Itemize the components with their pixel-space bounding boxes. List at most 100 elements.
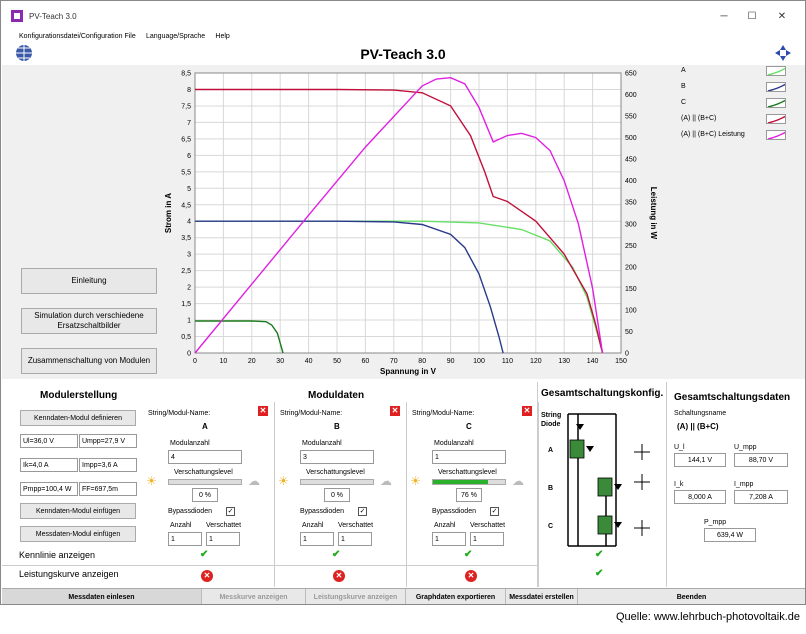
x-tick-label: 0 [193,358,197,365]
module-delete-button[interactable]: ✕ [258,406,268,416]
bypass-checkbox[interactable]: ✓ [226,507,235,516]
close-button[interactable]: ✕ [775,11,789,22]
anzahl-label: Anzahl [302,522,324,529]
leistung-cross-icon[interactable]: ✕ [333,570,345,582]
verschattet-input[interactable]: 1 [338,532,372,546]
menu-help[interactable]: Help [215,33,229,40]
shade-slider[interactable] [300,479,374,485]
ff-field: FF=697,5m [79,482,137,496]
legend-label-2: C [681,99,687,106]
module-count-label: Modulanzahl [302,440,342,447]
anzahl-input[interactable]: 1 [168,532,202,546]
x-tick-label: 50 [333,358,341,365]
x-tick-label: 110 [502,358,513,365]
leistungskurve-button[interactable]: Leistungskurve anzeigen [306,589,406,604]
graphdaten-export-button[interactable]: Graphdaten exportieren [406,589,506,604]
y-tick-label: 2 [187,285,191,292]
shade-level-label: Verschattungslevel [438,469,497,476]
simulation-button[interactable]: Simulation durch verschiedene Ersatzscha… [21,308,157,334]
navigation-icon[interactable] [774,44,792,62]
anzahl-input[interactable]: 1 [300,532,334,546]
menu-language[interactable]: Language/Sprache [146,33,205,40]
y2-axis-label: Leistung in W [649,187,658,240]
y-tick-label: 4,5 [181,202,191,209]
app-logo-icon [11,10,23,22]
module-delete-button[interactable]: ✕ [390,406,400,416]
bypass-checkbox[interactable]: ✓ [490,507,499,516]
x-tick-label: 90 [447,358,455,365]
y-tick-label: 0,5 [181,334,191,341]
x-tick-label: 30 [276,358,284,365]
messdaten-insert-button[interactable]: Messdaten-Modul einfügen [20,526,136,542]
pmpp-field: Pmpp=100,4 W [20,482,78,496]
shade-value[interactable]: 0 % [192,488,218,502]
y2-tick-label: 350 [625,200,637,207]
messkurve-button[interactable]: Messkurve anzeigen [202,589,306,604]
module-count-input[interactable]: 3 [300,450,374,464]
bypass-label: Bypassdioden [300,508,344,515]
kennlinie-check-icon[interactable]: ✔ [464,549,472,560]
y2-tick-label: 400 [625,178,637,185]
bypass-checkbox[interactable]: ✓ [358,507,367,516]
string-b-label: B [548,485,554,492]
leistungskurve-label: Leistungskurve anzeigen [19,569,119,579]
pmpp-label: P_mpp [704,519,727,526]
shade-slider[interactable] [168,479,242,485]
module-delete-button[interactable]: ✕ [522,406,532,416]
kenndaten-insert-button[interactable]: Kenndaten-Modul einfügen [20,503,136,519]
x-tick-label: 120 [530,358,542,365]
module-name-value: A [202,422,208,431]
verschattet-input[interactable]: 1 [470,532,504,546]
kennlinie-check-icon[interactable]: ✔ [200,549,208,560]
y-tick-label: 8 [187,87,191,94]
messdaten-einlesen-button[interactable]: Messdaten einlesen [2,589,202,604]
cloud-icon: ☁ [512,474,524,488]
config-check-icon-2: ✔ [595,568,604,579]
module-count-input[interactable]: 4 [168,450,242,464]
y2-tick-label: 650 [625,71,637,78]
shade-level-label: Verschattungslevel [306,469,365,476]
y-tick-label: 4 [187,219,191,226]
anzahl-input[interactable]: 1 [432,532,466,546]
bypass-label: Bypassdioden [168,508,212,515]
legend-swatch-1 [766,82,786,92]
shade-value[interactable]: 0 % [324,488,350,502]
diode-label: Diode [541,421,561,428]
maximize-button[interactable]: ☐ [745,11,759,22]
chart-legend: A B C (A) || (B+C) (A) || (B+C) Leistung [661,65,805,379]
shade-slider[interactable] [432,479,506,485]
y2-tick-label: 450 [625,157,637,164]
y2-tick-label: 600 [625,92,637,99]
shade-level-label: Verschattungslevel [174,469,233,476]
messdatei-erstellen-button[interactable]: Messdatei erstellen [506,589,578,604]
verschattet-label: Verschattet [338,522,374,529]
x-tick-label: 140 [587,358,599,365]
bottom-panel: Modulerstellung Kenndaten-Modul definier… [2,382,805,587]
title-bar: PV-Teach 3.0 ─ ☐ ✕ [1,1,805,31]
x-axis-label: Spannung in V [380,367,437,376]
kennlinie-check-icon[interactable]: ✔ [332,549,340,560]
leistung-cross-icon[interactable]: ✕ [201,570,213,582]
minimize-button[interactable]: ─ [717,11,731,22]
module-count-label: Modulanzahl [170,440,210,447]
chart-panel: 0 10 20 30 40 50 60 70 80 90 100 110 120 130 140 150 0 0,… [161,65,661,379]
shade-value[interactable]: 76 % [456,488,482,502]
y-tick-label: 6 [187,153,191,160]
verschattet-input[interactable]: 1 [206,532,240,546]
y-tick-label: 7,5 [181,103,191,110]
leistung-cross-icon[interactable]: ✕ [465,570,477,582]
y-tick-label: 0 [187,351,191,358]
module-count-input[interactable]: 1 [432,450,506,464]
y-tick-label: 5,5 [181,169,191,176]
app-title: PV-Teach 3.0 [360,46,446,62]
schaltungsname-label: Schaltungsname [674,410,727,417]
cloud-icon: ☁ [380,474,392,488]
zusammenschaltung-button[interactable]: Zusammenschaltung von Modulen [21,348,157,374]
x-tick-label: 100 [473,358,485,365]
beenden-button[interactable]: Beenden [578,589,805,604]
y2-tick-label: 300 [625,221,637,228]
y-tick-label: 3 [187,252,191,259]
kenndaten-define-button[interactable]: Kenndaten-Modul definieren [20,410,136,426]
menu-config[interactable]: Konfigurationsdatei/Configuration File [19,33,136,40]
einleitung-button[interactable]: Einleitung [21,268,157,294]
